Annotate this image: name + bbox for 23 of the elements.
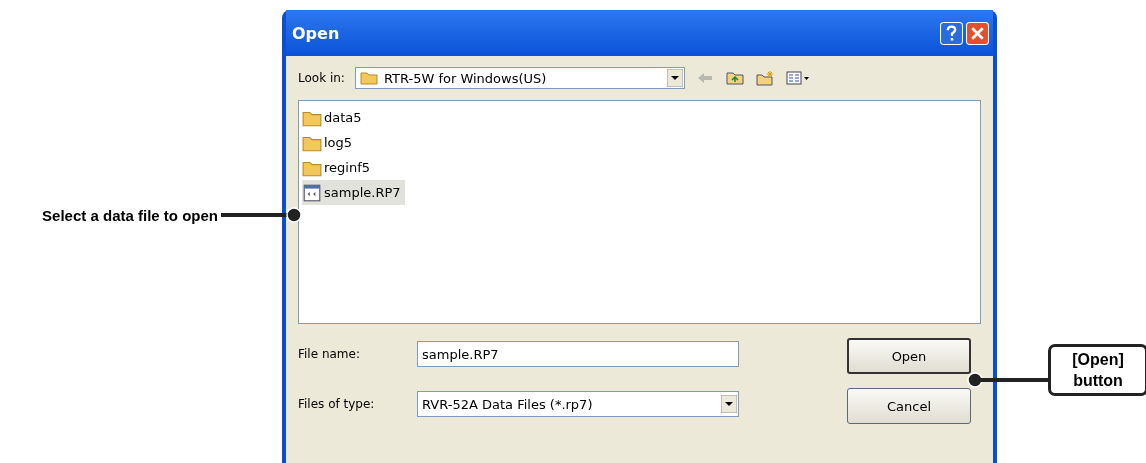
window-title: Open xyxy=(292,23,340,43)
file-list-item[interactable]: reginf5 xyxy=(302,155,374,180)
look-in-label: Look in: xyxy=(298,71,345,85)
file-list-item[interactable]: data5 xyxy=(302,105,366,130)
file-list-item[interactable]: sample.RP7 xyxy=(302,180,405,205)
dropdown-arrow-icon[interactable] xyxy=(666,69,683,87)
open-button[interactable]: Open xyxy=(847,338,971,374)
cancel-button[interactable]: Cancel xyxy=(847,388,971,424)
help-icon[interactable] xyxy=(940,21,963,45)
document-icon xyxy=(302,183,322,202)
file-list-item[interactable]: log5 xyxy=(302,130,357,155)
look-in-dropdown[interactable]: RTR-5W for Windows(US) xyxy=(354,67,685,89)
file-name-label: File name: xyxy=(298,347,361,361)
callout-box: [Open] button xyxy=(1048,344,1146,396)
up-folder-icon[interactable] xyxy=(724,70,745,86)
file-name-field[interactable]: sample.RP7 xyxy=(417,341,739,367)
dropdown-arrow-icon[interactable] xyxy=(721,395,737,413)
callout-text: Select a data file to open xyxy=(41,206,218,226)
view-menu-icon[interactable] xyxy=(784,70,811,86)
folder-icon xyxy=(359,71,378,85)
file-type-dropdown[interactable]: RVR-52A Data Files (*.rp7) xyxy=(417,391,739,417)
close-icon[interactable] xyxy=(966,21,989,45)
file-type-label: Files of type: xyxy=(298,397,376,411)
